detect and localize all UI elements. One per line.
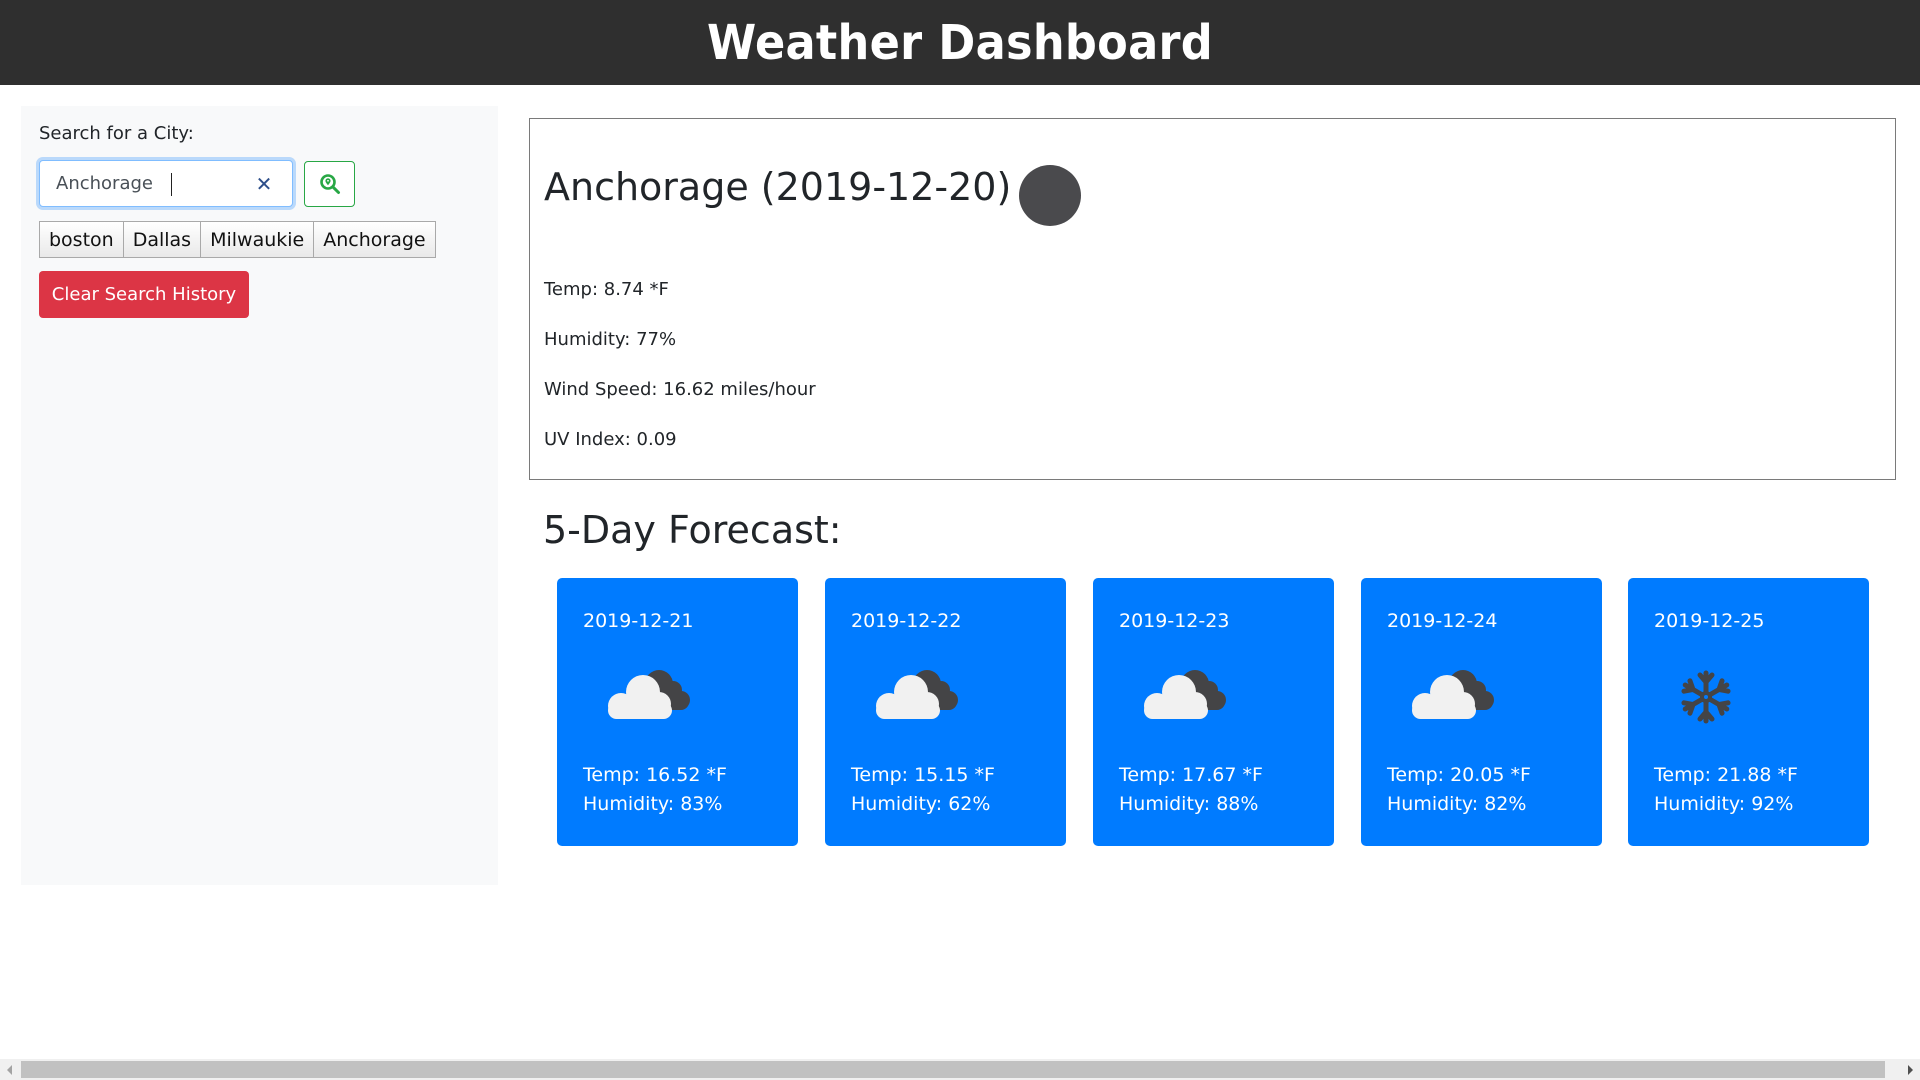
forecast-card: 2019-12-24 Temp: 20.05 *F Humidity: 82%	[1361, 578, 1602, 846]
scrollbar-thumb[interactable]	[21, 1061, 1885, 1078]
current-weather-panel: Anchorage (2019-12-20) Temp: 8.74 *F Hum…	[529, 118, 1896, 480]
forecast-temp: Temp: 21.88 *F	[1654, 764, 1798, 786]
forecast-temp: Temp: 16.52 *F	[583, 764, 727, 786]
search-field[interactable]: ✕	[39, 160, 293, 207]
forecast-card: 2019-12-25 Temp: 21.88 *F Humidity: 92%	[1628, 578, 1869, 846]
forecast-humidity: Humidity: 88%	[1119, 793, 1259, 815]
search-input[interactable]	[40, 161, 240, 206]
forecast-date: 2019-12-22	[851, 610, 962, 632]
text-cursor	[171, 173, 172, 196]
forecast-temp: Temp: 15.15 *F	[851, 764, 995, 786]
forecast-humidity: Humidity: 83%	[583, 793, 723, 815]
forecast-humidity: Humidity: 92%	[1654, 793, 1794, 815]
app-header: Weather Dashboard	[0, 0, 1920, 85]
history-item-milwaukie[interactable]: Milwaukie	[200, 221, 315, 258]
forecast-date: 2019-12-25	[1654, 610, 1765, 632]
search-location-icon	[319, 174, 340, 194]
cloudy-icon	[1135, 666, 1231, 728]
snowflake-icon	[1670, 666, 1766, 728]
current-humidity: Humidity: 77%	[544, 329, 677, 350]
current-uv-index: UV Index: 0.09	[544, 429, 677, 450]
scroll-left-arrow-icon[interactable]	[7, 1065, 12, 1075]
current-city-title: Anchorage (2019-12-20)	[544, 165, 1012, 209]
cloudy-icon	[867, 666, 963, 728]
forecast-title: 5-Day Forecast:	[543, 508, 842, 552]
cloudy-icon	[599, 666, 695, 728]
search-label: Search for a City:	[39, 123, 194, 144]
forecast-temp: Temp: 20.05 *F	[1387, 764, 1531, 786]
current-wind-speed: Wind Speed: 16.62 miles/hour	[544, 379, 816, 400]
current-temp: Temp: 8.74 *F	[544, 279, 669, 300]
forecast-date: 2019-12-21	[583, 610, 694, 632]
clear-history-button[interactable]: Clear Search History	[39, 271, 249, 318]
close-icon[interactable]: ✕	[254, 173, 274, 195]
page-title: Weather Dashboard	[706, 14, 1213, 71]
weather-icon-placeholder	[1019, 165, 1081, 226]
scroll-right-arrow-icon[interactable]	[1908, 1065, 1913, 1075]
forecast-date: 2019-12-24	[1387, 610, 1498, 632]
forecast-card: 2019-12-22 Temp: 15.15 *F Humidity: 62%	[825, 578, 1066, 846]
forecast-date: 2019-12-23	[1119, 610, 1230, 632]
history-item-dallas[interactable]: Dallas	[122, 221, 202, 258]
sidebar: Search for a City: ✕ boston Dallas Milwa…	[21, 106, 498, 885]
search-button[interactable]	[304, 161, 355, 207]
cloudy-icon	[1403, 666, 1499, 728]
search-history: boston Dallas Milwaukie Anchorage	[39, 221, 436, 258]
forecast-card: 2019-12-21 Temp: 16.52 *F Humidity: 83%	[557, 578, 798, 846]
horizontal-scrollbar[interactable]	[0, 1059, 1920, 1080]
history-item-boston[interactable]: boston	[39, 221, 124, 258]
forecast-humidity: Humidity: 82%	[1387, 793, 1527, 815]
forecast-temp: Temp: 17.67 *F	[1119, 764, 1263, 786]
history-item-anchorage[interactable]: Anchorage	[313, 221, 436, 258]
forecast-humidity: Humidity: 62%	[851, 793, 991, 815]
forecast-card: 2019-12-23 Temp: 17.67 *F Humidity: 88%	[1093, 578, 1334, 846]
